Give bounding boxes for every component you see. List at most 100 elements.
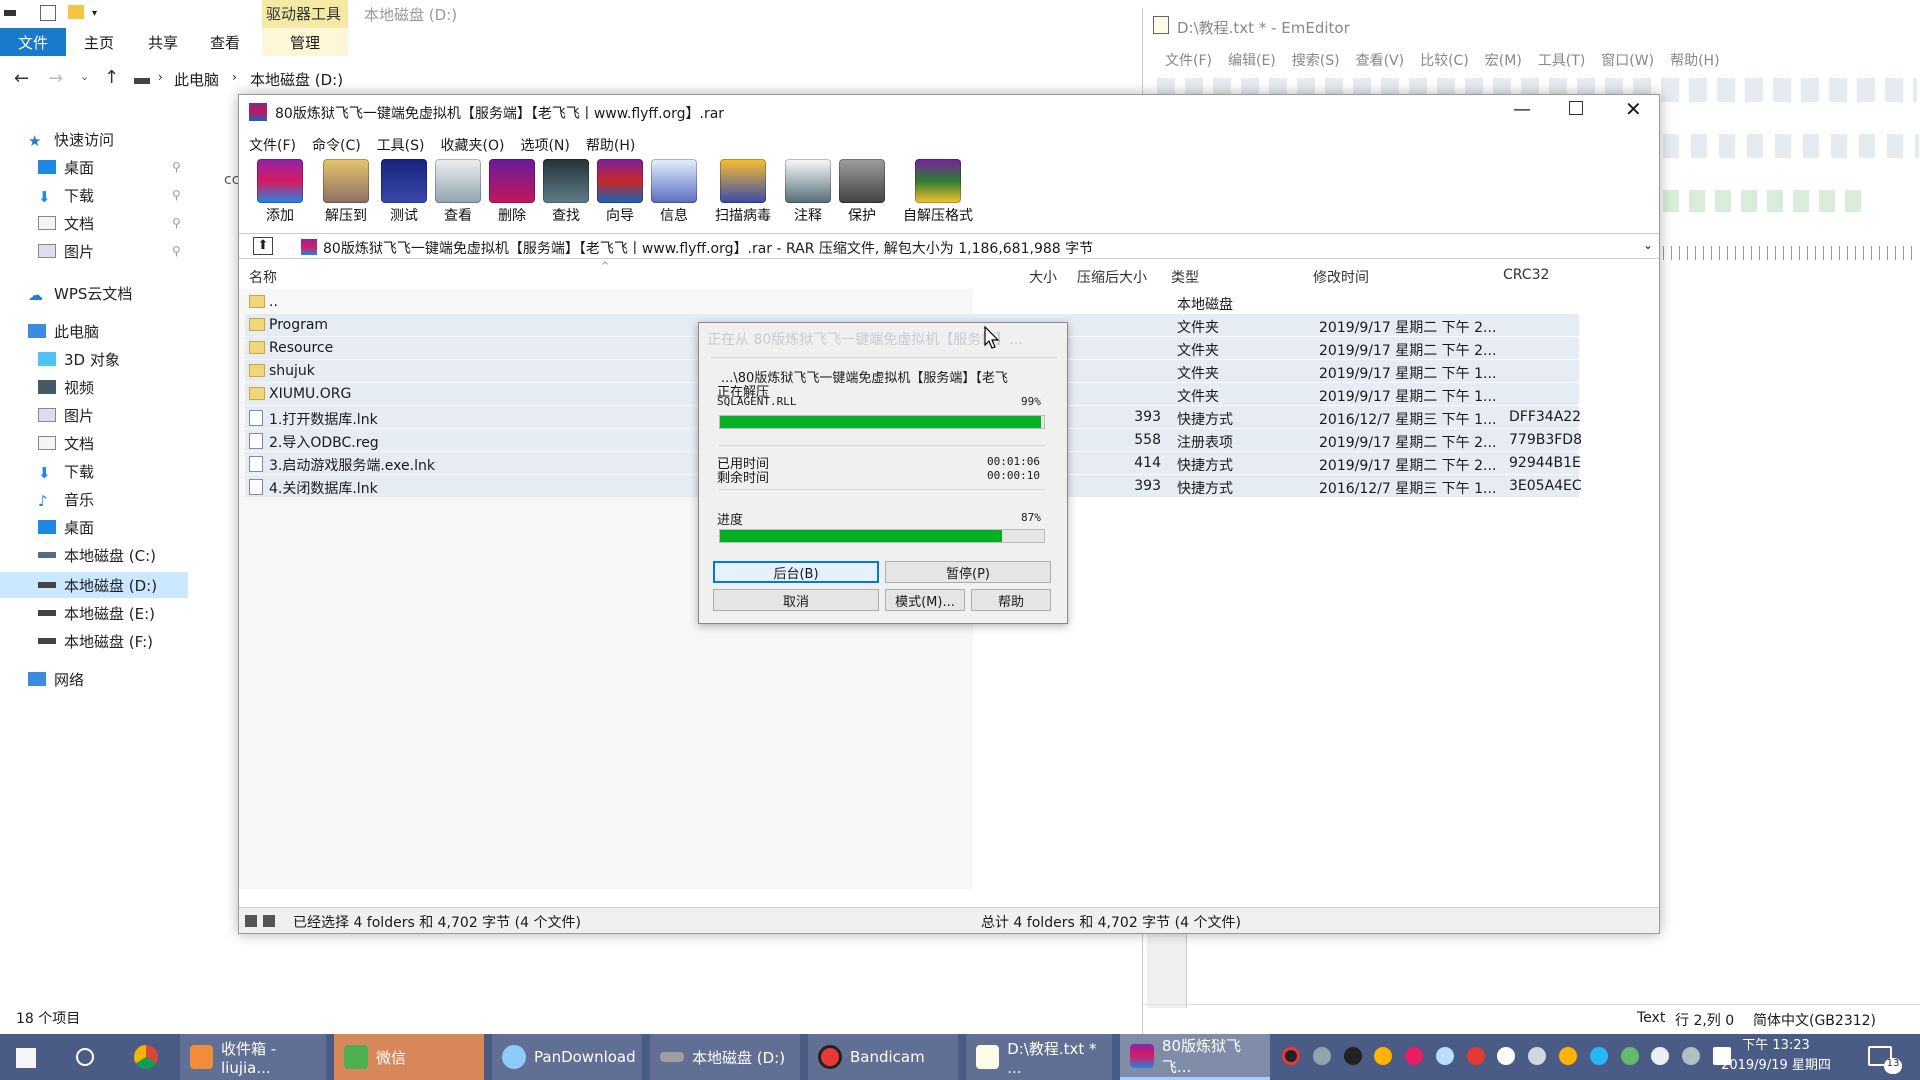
menu-options[interactable]: 选项(N) — [520, 138, 569, 154]
nav-videos[interactable]: 视频 — [38, 374, 94, 400]
forward-icon[interactable]: → — [48, 68, 63, 89]
tab-view[interactable]: 查看 — [210, 32, 240, 53]
cancel-button[interactable]: 取消 — [713, 589, 879, 611]
col-crc[interactable]: CRC32 — [1503, 267, 1549, 283]
menu-help[interactable]: 帮助(H) — [586, 138, 635, 154]
tab-manage[interactable]: 管理 — [262, 28, 348, 56]
nav-downloads[interactable]: ⬇ 下载 ⚲ — [38, 182, 181, 208]
menu-macro[interactable]: 宏(M) — [1485, 53, 1522, 69]
extract-to-button[interactable]: 解压到 — [323, 159, 369, 225]
up-icon[interactable]: ↑ — [104, 67, 119, 88]
wizard-button[interactable]: 向导 — [597, 159, 643, 225]
test-button[interactable]: 测试 — [381, 159, 427, 225]
quick-access-icon[interactable] — [4, 10, 16, 16]
col-modified[interactable]: 修改时间 — [1313, 267, 1369, 287]
minimize-icon[interactable]: — — [1513, 99, 1531, 120]
comment-button[interactable]: 注释 — [785, 159, 831, 225]
protect-button[interactable]: 保护 — [839, 159, 885, 225]
maximize-icon[interactable] — [1569, 101, 1583, 115]
record-tray-icon[interactable] — [1282, 1047, 1300, 1065]
menu-search[interactable]: 搜索(S) — [1292, 53, 1340, 69]
back-icon[interactable]: ← — [14, 68, 29, 89]
path-text[interactable]: 80版炼狱飞飞一键端免虚拟机【服务端】【老飞飞丨www.flyff.org】.r… — [323, 238, 1093, 258]
nav-wps-cloud[interactable]: ☁ WPS云文档 — [28, 280, 132, 306]
nav-documents-pc[interactable]: 文档 — [38, 430, 94, 456]
background-button[interactable]: 后台(B) — [713, 561, 879, 583]
scan-virus-button[interactable]: 扫描病毒 — [715, 159, 771, 225]
app-tray-icon-2[interactable] — [1559, 1047, 1578, 1065]
help-button[interactable]: 帮助 — [971, 589, 1051, 611]
col-name[interactable]: 名称 — [249, 267, 277, 287]
taskbar-mail[interactable]: 收件箱 - liujia... — [180, 1034, 326, 1080]
network-tray-icon[interactable] — [1651, 1047, 1670, 1065]
clock[interactable]: 下午 13:23 2019/9/19 星期四 — [1716, 1036, 1836, 1076]
recent-icon[interactable]: ⌄ — [80, 70, 89, 83]
dropdown-icon[interactable]: ▾ — [92, 8, 97, 19]
close-icon[interactable]: ✕ — [1625, 97, 1642, 121]
nav-drive-f[interactable]: 本地磁盘 (F:) — [38, 628, 153, 654]
nav-3d-objects[interactable]: 3D 对象 — [38, 346, 120, 372]
search-circle-icon[interactable] — [76, 1048, 94, 1066]
menu-file[interactable]: 文件(F) — [249, 138, 296, 154]
nav-drive-c[interactable]: 本地磁盘 (C:) — [38, 542, 156, 568]
view-button[interactable]: 查看 — [435, 159, 481, 225]
up-folder-icon[interactable]: ⬆ — [253, 237, 273, 255]
pen-tray-icon[interactable] — [1312, 1047, 1331, 1065]
blocked-tray-icon[interactable] — [1682, 1047, 1701, 1065]
find-button[interactable]: 查找 — [543, 159, 589, 225]
status-encoding[interactable]: 简体中文(GB2312) — [1753, 1010, 1876, 1030]
nav-music[interactable]: ♪ 音乐 — [38, 486, 94, 512]
shield-tray-icon[interactable] — [1374, 1047, 1393, 1065]
nav-drive-d[interactable]: 本地磁盘 (D:) — [38, 572, 157, 598]
tab-share[interactable]: 共享 — [148, 32, 178, 53]
nav-quick-access[interactable]: ★ 快速访问 — [28, 126, 114, 152]
menu-favorites[interactable]: 收藏夹(O) — [441, 138, 505, 154]
tab-file[interactable]: 文件 — [0, 28, 66, 56]
cloud-tray-icon[interactable] — [1435, 1047, 1454, 1065]
taskbar-bandicam[interactable]: Bandicam — [808, 1034, 958, 1080]
sfx-button[interactable]: 自解压格式 — [903, 159, 973, 225]
col-size[interactable]: 大小 — [1029, 267, 1057, 287]
checkbox-icon[interactable] — [40, 5, 56, 21]
mail-tray-icon[interactable] — [1497, 1047, 1516, 1065]
delete-button[interactable]: 删除 — [489, 159, 535, 225]
folder-icon[interactable] — [68, 5, 84, 19]
nav-network[interactable]: 网络 — [28, 666, 84, 692]
nav-pictures-pc[interactable]: 图片 — [38, 402, 94, 428]
start-windows-icon[interactable] — [16, 1048, 36, 1068]
col-packed[interactable]: 压缩后大小 — [1077, 267, 1147, 287]
taskbar-wechat[interactable]: 微信 — [334, 1034, 484, 1080]
wechat-tray-icon[interactable] — [1620, 1047, 1639, 1065]
menu-help[interactable]: 帮助(H) — [1670, 53, 1719, 69]
menu-window[interactable]: 窗口(W) — [1601, 53, 1654, 69]
antivirus-tray-icon[interactable] — [1466, 1047, 1485, 1065]
menu-edit[interactable]: 编辑(E) — [1228, 53, 1276, 69]
nav-drive-e[interactable]: 本地磁盘 (E:) — [38, 600, 155, 626]
info-button[interactable]: 信息 — [651, 159, 697, 225]
path-dropdown-icon[interactable]: ⌄ — [1643, 238, 1653, 252]
chrome-icon[interactable] — [134, 1045, 158, 1069]
menu-compare[interactable]: 比较(C) — [1420, 53, 1469, 69]
menu-commands[interactable]: 命令(C) — [312, 138, 361, 154]
nav-this-pc[interactable]: 此电脑 — [28, 318, 99, 344]
file-row[interactable]: .. 本地磁盘 — [245, 291, 1345, 313]
pause-button[interactable]: 暂停(P) — [885, 561, 1051, 583]
nav-desktop[interactable]: 桌面 ⚲ — [38, 154, 181, 180]
tab-home[interactable]: 主页 — [84, 32, 114, 53]
breadcrumb-drive[interactable]: 本地磁盘 (D:) — [250, 69, 343, 90]
menu-tools[interactable]: 工具(T) — [1538, 53, 1585, 69]
nav-documents[interactable]: 文档 ⚲ — [38, 210, 181, 236]
breadcrumb-this-pc[interactable]: 此电脑 — [174, 69, 219, 90]
volume-icon[interactable] — [1528, 1047, 1547, 1065]
taskbar-explorer[interactable]: 本地磁盘 (D:) — [650, 1034, 800, 1080]
mode-button[interactable]: 模式(M)... — [885, 589, 965, 611]
menu-file[interactable]: 文件(F) — [1165, 53, 1212, 69]
menu-view[interactable]: 查看(V) — [1356, 53, 1405, 69]
nav-downloads-pc[interactable]: ⬇ 下载 — [38, 458, 94, 484]
nav-desktop-pc[interactable]: 桌面 — [38, 514, 94, 540]
qq-tray-icon[interactable] — [1343, 1047, 1362, 1065]
taskbar-emeditor[interactable]: D:\教程.txt * ... — [966, 1034, 1112, 1080]
nav-pictures[interactable]: 图片 ⚲ — [38, 238, 181, 264]
taskbar-winrar[interactable]: 80版炼狱飞飞... — [1120, 1034, 1270, 1080]
add-button[interactable]: 添加 — [257, 159, 303, 225]
